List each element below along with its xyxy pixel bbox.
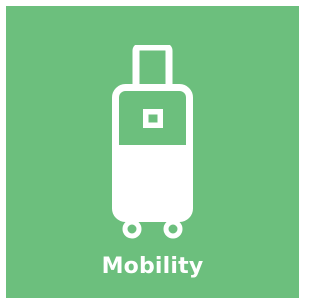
mobility-tile[interactable]: Mobility	[6, 6, 299, 298]
suitcase-icon	[112, 45, 193, 239]
tile-label: Mobility	[101, 254, 204, 279]
